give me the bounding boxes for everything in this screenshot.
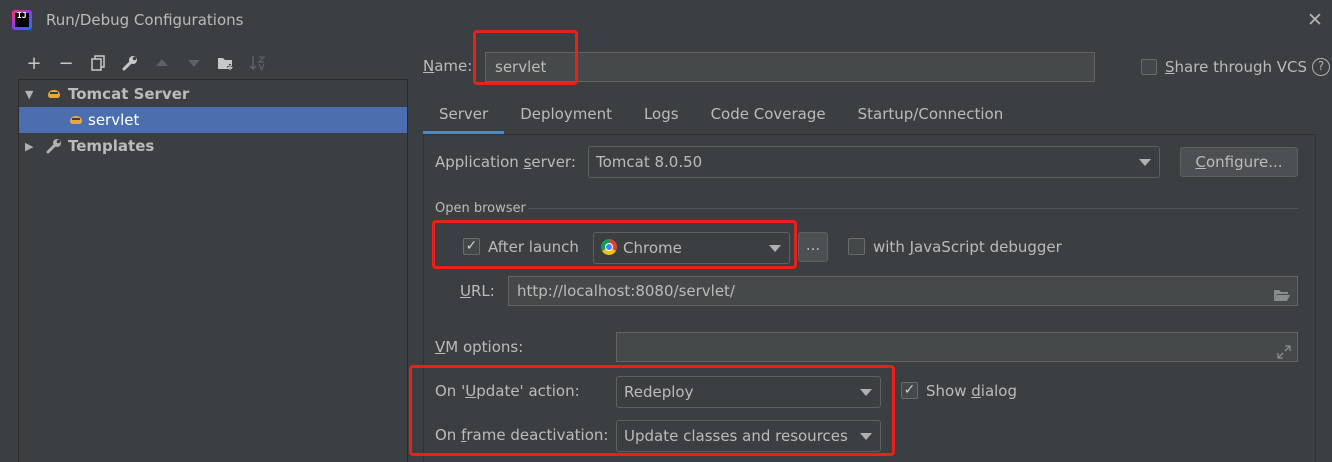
url-value: http://localhost:8080/servlet/ — [517, 282, 735, 300]
share-vcs-label: Share through VCS — [1165, 58, 1308, 76]
tomcat-icon — [69, 113, 85, 127]
chevron-down-icon — [860, 389, 872, 396]
chevron-down-icon[interactable]: ▼ — [25, 88, 33, 101]
browser-value: Chrome — [623, 239, 682, 257]
js-debugger-label: with JavaScript debugger — [873, 238, 1062, 256]
on-update-label: On 'Update' action: — [435, 382, 580, 400]
tree-item-label: Tomcat Server — [68, 85, 190, 103]
browser-select[interactable]: Chrome — [593, 232, 790, 264]
tomcat-icon — [47, 87, 63, 101]
chevron-down-icon — [1139, 159, 1151, 166]
copy-icon[interactable] — [82, 50, 114, 76]
config-toolbar: + − — [18, 50, 274, 76]
window-title: Run/Debug Configurations — [46, 11, 244, 29]
after-launch-label: After launch — [488, 238, 579, 256]
application-server-select[interactable]: Tomcat 8.0.50 — [588, 146, 1160, 178]
tab-startup-connection[interactable]: Startup/Connection — [842, 96, 1020, 134]
move-up-icon[interactable] — [146, 50, 178, 76]
name-label: Name: — [423, 57, 473, 75]
after-launch-checkbox[interactable]: ✓ — [463, 238, 480, 255]
js-debugger-checkbox[interactable] — [848, 238, 865, 255]
sort-icon[interactable] — [242, 50, 274, 76]
folder-icon[interactable] — [210, 50, 242, 76]
config-tabs: Server Deployment Logs Code Coverage Sta… — [423, 96, 1019, 134]
vm-options-input[interactable] — [616, 332, 1298, 362]
intellij-logo-icon: IJ — [12, 10, 32, 30]
tree-item-label: Templates — [68, 137, 155, 155]
show-dialog-checkbox[interactable]: ✓ — [901, 382, 918, 399]
chevron-down-icon — [860, 433, 872, 440]
wrench-icon — [46, 138, 62, 158]
application-server-value: Tomcat 8.0.50 — [596, 153, 703, 171]
configuration-tree: ▼ Tomcat Server servlet ▶ Templates — [18, 79, 408, 462]
tab-logs[interactable]: Logs — [628, 96, 695, 134]
vm-options-label: VM options: — [435, 338, 524, 356]
chevron-right-icon[interactable]: ▶ — [25, 140, 33, 153]
tree-item-servlet[interactable]: servlet — [19, 107, 407, 133]
show-dialog-label: Show dialog — [926, 382, 1018, 400]
title-bar: IJ Run/Debug Configurations ✕ — [0, 0, 1332, 44]
on-frame-deactivation-label: On frame deactivation: — [435, 426, 609, 444]
share-vcs-checkbox[interactable] — [1141, 59, 1157, 75]
move-down-icon[interactable] — [178, 50, 210, 76]
add-icon[interactable]: + — [18, 50, 50, 76]
chrome-icon — [601, 239, 617, 255]
on-frame-deactivation-select[interactable]: Update classes and resources — [616, 420, 881, 452]
folder-open-icon[interactable] — [1273, 283, 1291, 311]
browse-browser-button[interactable]: ... — [798, 232, 828, 262]
tab-deployment[interactable]: Deployment — [504, 96, 628, 134]
close-icon[interactable]: ✕ — [1305, 10, 1325, 30]
chevron-down-icon — [769, 245, 781, 252]
wrench-icon[interactable] — [114, 50, 146, 76]
tab-code-coverage[interactable]: Code Coverage — [695, 96, 842, 134]
on-frame-deactivation-value: Update classes and resources — [624, 427, 848, 445]
tree-item-label: servlet — [88, 111, 140, 129]
configure-button[interactable]: Configure... — [1180, 147, 1298, 177]
application-server-label: Application server: — [435, 153, 576, 171]
on-update-select[interactable]: Redeploy — [616, 376, 881, 408]
url-label: URL: — [460, 282, 495, 300]
remove-icon[interactable]: − — [50, 50, 82, 76]
help-icon[interactable]: ? — [1312, 58, 1330, 76]
open-browser-title: Open browser — [435, 201, 526, 216]
tree-item-tomcat-server[interactable]: ▼ Tomcat Server — [19, 81, 407, 107]
tab-server[interactable]: Server — [423, 96, 505, 134]
tree-item-templates[interactable]: ▶ Templates — [19, 133, 407, 159]
url-input[interactable]: http://localhost:8080/servlet/ — [508, 276, 1298, 306]
expand-icon[interactable] — [1277, 340, 1291, 368]
group-divider — [528, 208, 1298, 209]
on-update-value: Redeploy — [624, 383, 694, 401]
name-input[interactable]: servlet — [485, 52, 1095, 82]
